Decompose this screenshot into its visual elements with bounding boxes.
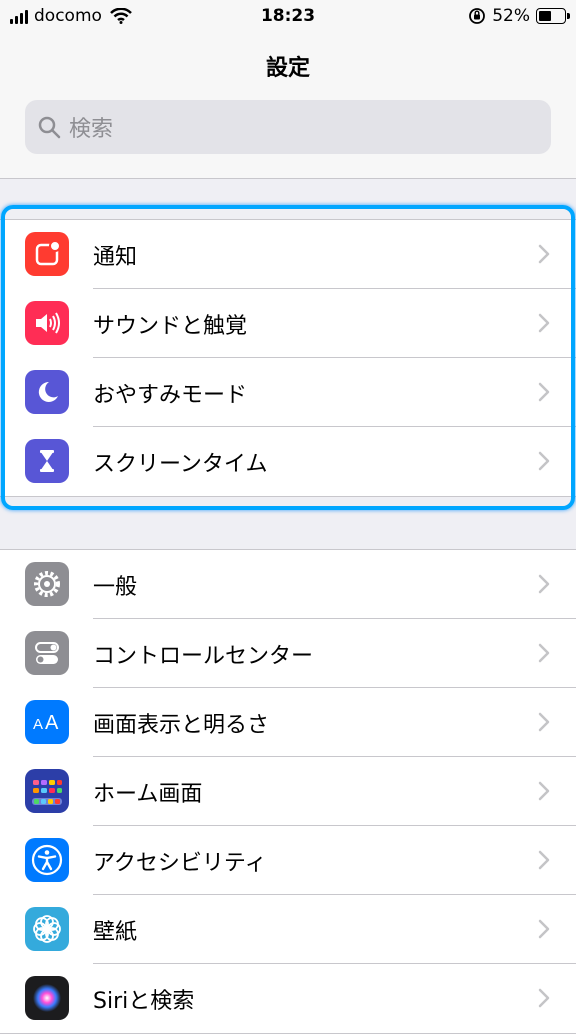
- battery-percent: 52%: [492, 6, 530, 26]
- battery-icon: [536, 8, 570, 24]
- orientation-lock-icon: [469, 8, 486, 24]
- search-field[interactable]: 検索: [25, 100, 551, 154]
- chevron-right-icon: [538, 712, 550, 732]
- sound-icon: [25, 301, 69, 345]
- row-label: アクセシビリティ: [93, 850, 267, 876]
- settings-row-do-not-disturb[interactable]: おやすみモード: [0, 358, 576, 427]
- chevron-right-icon: [538, 988, 550, 1008]
- chevron-right-icon: [538, 313, 550, 333]
- status-bar: docomo 18:23 52%: [0, 0, 576, 34]
- chevron-right-icon: [538, 451, 550, 471]
- home-screen-icon: [25, 769, 69, 813]
- row-label: おやすみモード: [93, 382, 248, 408]
- row-label: 壁紙: [93, 919, 138, 945]
- settings-row-display-brightness[interactable]: A A 画面表示と明るさ: [0, 688, 576, 757]
- settings-row-siri-search[interactable]: Siriと検索: [0, 964, 576, 1033]
- moon-icon: [25, 370, 69, 414]
- row-label: スクリーンタイム: [93, 451, 268, 477]
- notifications-icon: [25, 232, 69, 276]
- search-icon: [38, 116, 61, 139]
- settings-row-wallpaper[interactable]: 壁紙: [0, 895, 576, 964]
- settings-row-home-screen[interactable]: ホーム画面: [0, 757, 576, 826]
- accessibility-icon: [25, 838, 69, 882]
- settings-row-control-center[interactable]: コントロールセンター: [0, 619, 576, 688]
- gear-icon: [25, 562, 69, 606]
- toggles-icon: [25, 631, 69, 675]
- settings-group-1: 通知 サウンドと触覚 おやすみモード スクリーンタイム: [0, 219, 576, 497]
- chevron-right-icon: [538, 382, 550, 402]
- siri-icon: [25, 976, 69, 1020]
- wallpaper-icon: [25, 907, 69, 951]
- chevron-right-icon: [538, 643, 550, 663]
- page-title: 設定: [265, 56, 310, 81]
- row-label: コントロールセンター: [93, 643, 314, 669]
- row-label: ホーム画面: [93, 781, 203, 807]
- settings-row-notifications[interactable]: 通知: [0, 220, 576, 289]
- row-label: 画面表示と明るさ: [93, 712, 270, 738]
- svg-text:A: A: [33, 716, 43, 733]
- chevron-right-icon: [538, 781, 550, 801]
- chevron-right-icon: [538, 919, 550, 939]
- text-size-icon: A A: [25, 700, 69, 744]
- row-label: 通知: [93, 244, 138, 270]
- chevron-right-icon: [538, 850, 550, 870]
- chevron-right-icon: [538, 244, 550, 264]
- settings-row-general[interactable]: 一般: [0, 550, 576, 619]
- search-placeholder: 検索: [69, 117, 114, 142]
- hourglass-icon: [25, 439, 69, 483]
- settings-row-accessibility[interactable]: アクセシビリティ: [0, 826, 576, 895]
- row-label: Siriと検索: [93, 988, 195, 1014]
- svg-text:A: A: [45, 712, 59, 734]
- settings-row-screen-time[interactable]: スクリーンタイム: [0, 427, 576, 496]
- chevron-right-icon: [538, 574, 550, 594]
- row-label: サウンドと触覚: [93, 313, 248, 339]
- settings-row-sounds[interactable]: サウンドと触覚: [0, 289, 576, 358]
- row-label: 一般: [93, 574, 138, 600]
- settings-group-2: 一般 コントロールセンター A A 画面表示と明るさ ホーム画面 アクセシビリテ…: [0, 549, 576, 1034]
